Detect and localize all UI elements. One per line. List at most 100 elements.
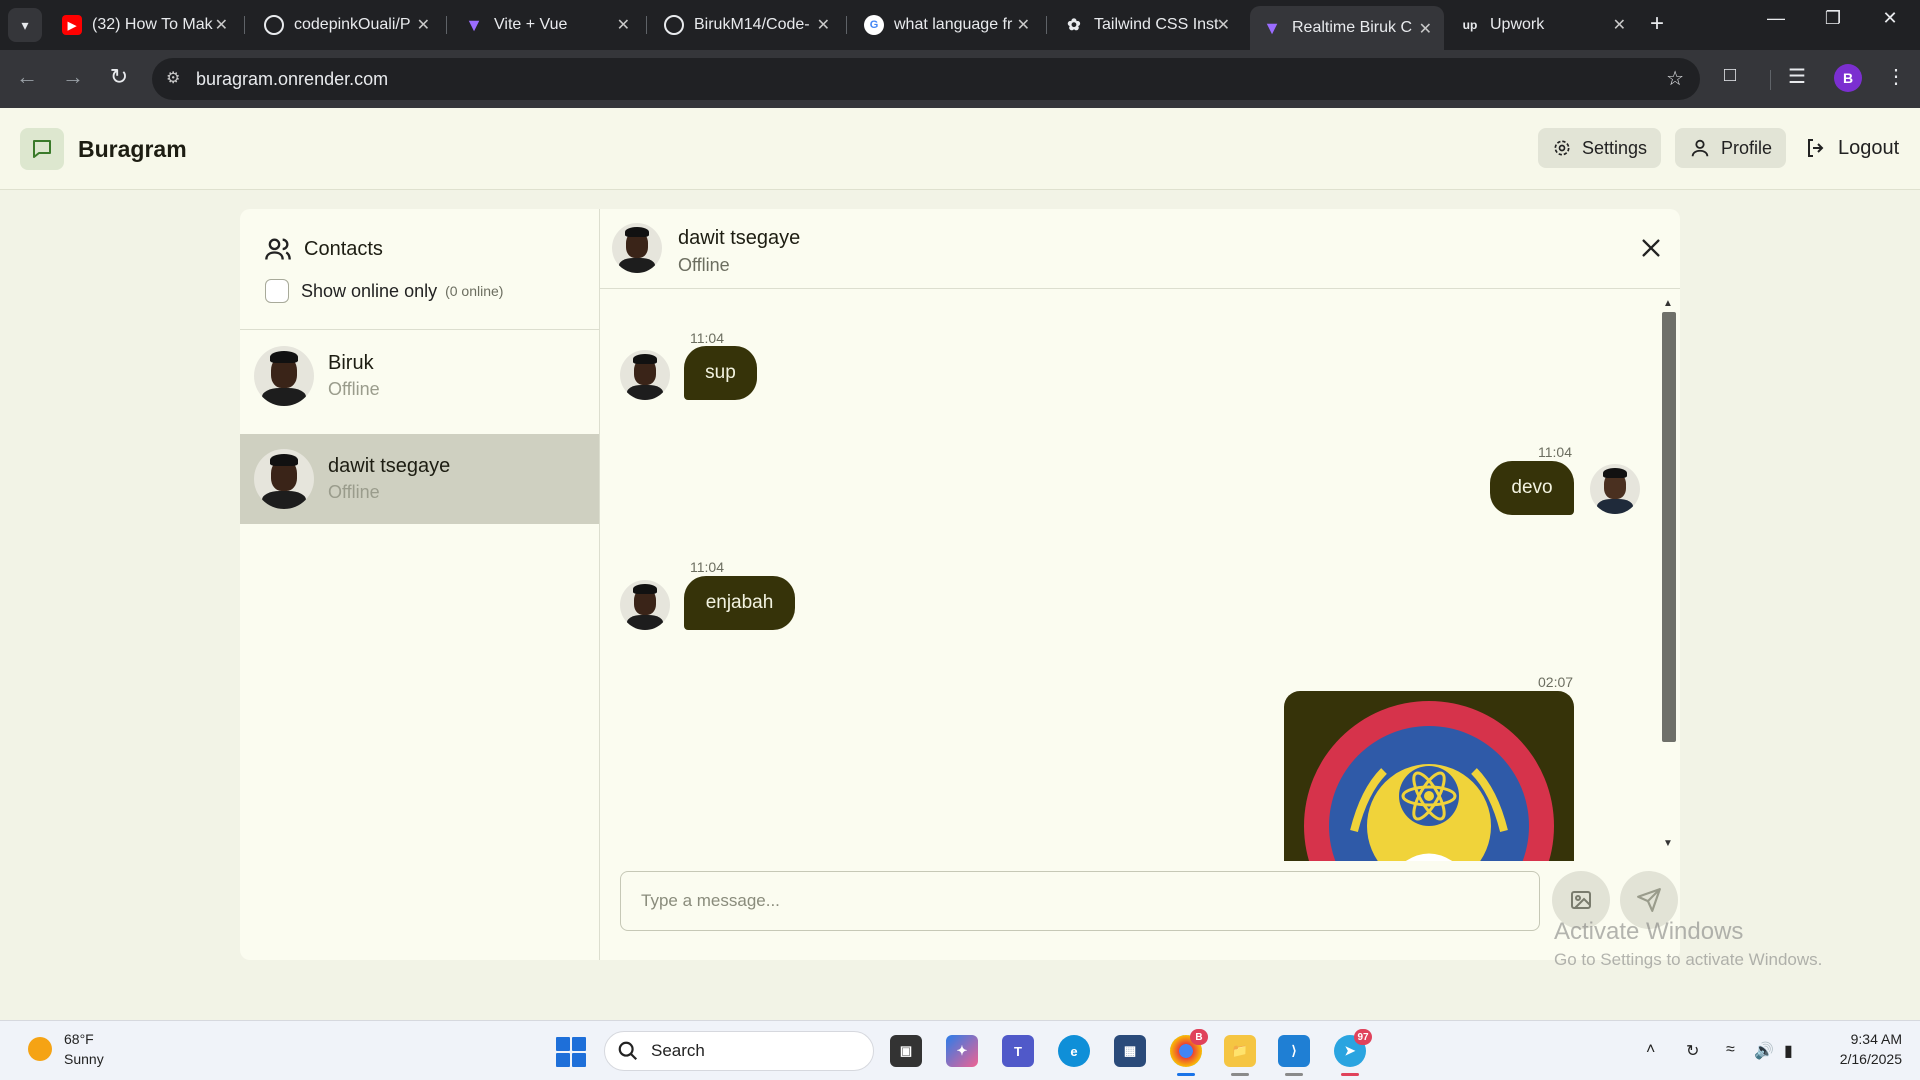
- message-input[interactable]: [620, 871, 1540, 931]
- contact-name: Biruk: [328, 352, 374, 374]
- browser-tab-vite[interactable]: ▼ Vite + Vue ✕: [452, 8, 642, 42]
- contacts-title: Contacts: [304, 237, 383, 260]
- logout-icon: [1808, 139, 1824, 157]
- browser-tab-youtube[interactable]: ▶ (32) How To Mak ✕: [50, 8, 240, 42]
- restore-icon[interactable]: ❐: [1813, 8, 1853, 29]
- scroll-thumb[interactable]: [1662, 312, 1676, 742]
- tab-label: Tailwind CSS Inst: [1094, 16, 1219, 33]
- brand-name[interactable]: Buragram: [78, 136, 187, 163]
- taskbar-clock[interactable]: 9:34 AM 2/16/2025: [1822, 1031, 1902, 1071]
- profile-label: Profile: [1721, 137, 1773, 158]
- browser-tab-github-1[interactable]: codepinkOuali/P ✕: [252, 8, 442, 42]
- copilot-icon[interactable]: ✦: [946, 1035, 978, 1067]
- close-chat-button[interactable]: [1640, 237, 1662, 264]
- browser-tab-realtime-active[interactable]: ▼ Realtime Biruk C ✕: [1250, 6, 1444, 50]
- browser-tab-github-2[interactable]: BirukM14/Code- ✕: [652, 8, 842, 42]
- close-tab-icon[interactable]: ✕: [817, 15, 830, 35]
- vite-icon: ▼: [465, 14, 483, 35]
- close-tab-icon[interactable]: ✕: [1017, 15, 1030, 35]
- taskbar-search[interactable]: Search: [604, 1031, 874, 1071]
- profile-button[interactable]: Profile: [1675, 128, 1787, 168]
- battery-icon[interactable]: ▮: [1784, 1041, 1793, 1061]
- tab-label: BirukM14/Code-: [694, 16, 810, 33]
- send-icon: [1637, 888, 1661, 912]
- minimize-icon[interactable]: —: [1756, 8, 1796, 29]
- contact-item-biruk[interactable]: Biruk Offline: [240, 331, 599, 421]
- browser-tab-google[interactable]: G what language fr ✕: [852, 8, 1042, 42]
- ssms-icon[interactable]: ▦: [1114, 1035, 1146, 1067]
- github-icon: [264, 15, 284, 35]
- reload-icon[interactable]: ↻: [104, 64, 134, 90]
- volume-icon[interactable]: 🔊: [1754, 1041, 1774, 1061]
- chat-logo-icon[interactable]: [20, 128, 64, 170]
- telegram-unread-badge: 97: [1354, 1029, 1372, 1045]
- telegram-icon[interactable]: ➤ 97: [1334, 1029, 1372, 1067]
- browser-profile-avatar[interactable]: B: [1834, 64, 1862, 92]
- scroll-up-icon[interactable]: ▲: [1663, 298, 1673, 309]
- window-close-icon[interactable]: ✕: [1870, 8, 1910, 29]
- close-tab-icon[interactable]: ✕: [417, 15, 430, 35]
- forward-icon[interactable]: →: [58, 64, 88, 90]
- user-icon: [1691, 139, 1709, 157]
- site-info-icon[interactable]: ⚙: [166, 68, 180, 88]
- chat-panel: dawit tsegaye Offline 11:04 sup 11:04 de…: [600, 209, 1680, 960]
- wifi-icon[interactable]: ≈: [1726, 1041, 1735, 1059]
- task-view-icon[interactable]: ▣: [890, 1035, 922, 1067]
- close-icon: [1642, 239, 1660, 257]
- app-indicator: [1231, 1073, 1249, 1076]
- vscode-icon[interactable]: ⟩: [1278, 1035, 1310, 1067]
- extensions-icon[interactable]: □: [1724, 64, 1736, 87]
- image-message[interactable]: [1284, 691, 1574, 861]
- edge-icon[interactable]: e: [1058, 1035, 1090, 1067]
- contact-name: dawit tsegaye: [328, 455, 451, 477]
- activate-windows-title: Activate Windows: [1554, 918, 1744, 945]
- media-control-icon[interactable]: ☰: [1788, 64, 1806, 89]
- chrome-icon[interactable]: B: [1170, 1029, 1208, 1067]
- tab-separator: [846, 16, 847, 34]
- close-tab-icon[interactable]: ✕: [215, 15, 228, 35]
- chatgpt-icon: ✿: [1067, 17, 1081, 34]
- browser-tab-tailwind[interactable]: ✿ Tailwind CSS Inst ✕: [1052, 8, 1242, 42]
- bookmark-star-icon[interactable]: ☆: [1666, 66, 1684, 91]
- chat-card: Contacts Show online only (0 online) Bir…: [240, 209, 1680, 960]
- close-tab-icon[interactable]: ✕: [1217, 15, 1230, 35]
- url-text: buragram.onrender.com: [196, 68, 389, 89]
- tab-separator: [646, 16, 647, 34]
- close-tab-icon[interactable]: ✕: [617, 15, 630, 35]
- logout-button[interactable]: Logout: [1804, 136, 1899, 160]
- file-explorer-icon[interactable]: 📁: [1224, 1035, 1256, 1067]
- online-filter: Show online only (0 online): [265, 279, 503, 303]
- messages-area[interactable]: 11:04 sup 11:04 devo 11:04 enjabah 02:07…: [600, 290, 1680, 861]
- browser-tab-upwork[interactable]: up Upwork ✕: [1448, 8, 1638, 42]
- address-bar[interactable]: ⚙ buragram.onrender.com ☆: [152, 58, 1700, 100]
- tab-label: (32) How To Mak: [92, 16, 213, 33]
- gear-icon: [1554, 140, 1570, 156]
- scroll-down-icon[interactable]: ▼: [1663, 838, 1673, 849]
- users-icon: [265, 238, 291, 260]
- browser-toolbar: ← → ↻ ⚙ buragram.onrender.com ☆ □ ☰ B ⋮: [0, 50, 1920, 108]
- message-bubble: enjabah: [684, 576, 795, 630]
- new-tab-icon[interactable]: +: [1650, 10, 1664, 38]
- weather-temp[interactable]: 68°F: [64, 1031, 94, 1047]
- chat-header: dawit tsegaye Offline: [600, 209, 1680, 289]
- avatar: [620, 350, 670, 400]
- messages-scrollbar[interactable]: ▲ ▼: [1660, 298, 1676, 850]
- browser-menu-icon[interactable]: ⋮: [1886, 64, 1906, 89]
- sync-icon[interactable]: ↻: [1686, 1041, 1699, 1061]
- teams-icon[interactable]: T: [1002, 1035, 1034, 1067]
- chevron-up-icon[interactable]: ˄: [1646, 1041, 1655, 1059]
- weather-desc[interactable]: Sunny: [64, 1051, 104, 1067]
- show-online-label[interactable]: Show online only: [301, 281, 437, 302]
- chat-contact-name: dawit tsegaye: [678, 227, 801, 249]
- tab-search-dropdown[interactable]: ▾: [8, 8, 42, 42]
- back-icon[interactable]: ←: [12, 64, 42, 90]
- settings-button[interactable]: Settings: [1538, 128, 1662, 168]
- contact-item-dawit[interactable]: dawit tsegaye Offline: [240, 434, 599, 524]
- contact-status: Offline: [328, 379, 380, 399]
- close-tab-icon[interactable]: ✕: [1419, 19, 1432, 39]
- message-time: 11:04: [1538, 444, 1572, 460]
- close-tab-icon[interactable]: ✕: [1613, 15, 1626, 35]
- show-online-checkbox[interactable]: [265, 279, 289, 303]
- sun-icon[interactable]: [28, 1037, 52, 1061]
- windows-start-icon[interactable]: [556, 1037, 586, 1067]
